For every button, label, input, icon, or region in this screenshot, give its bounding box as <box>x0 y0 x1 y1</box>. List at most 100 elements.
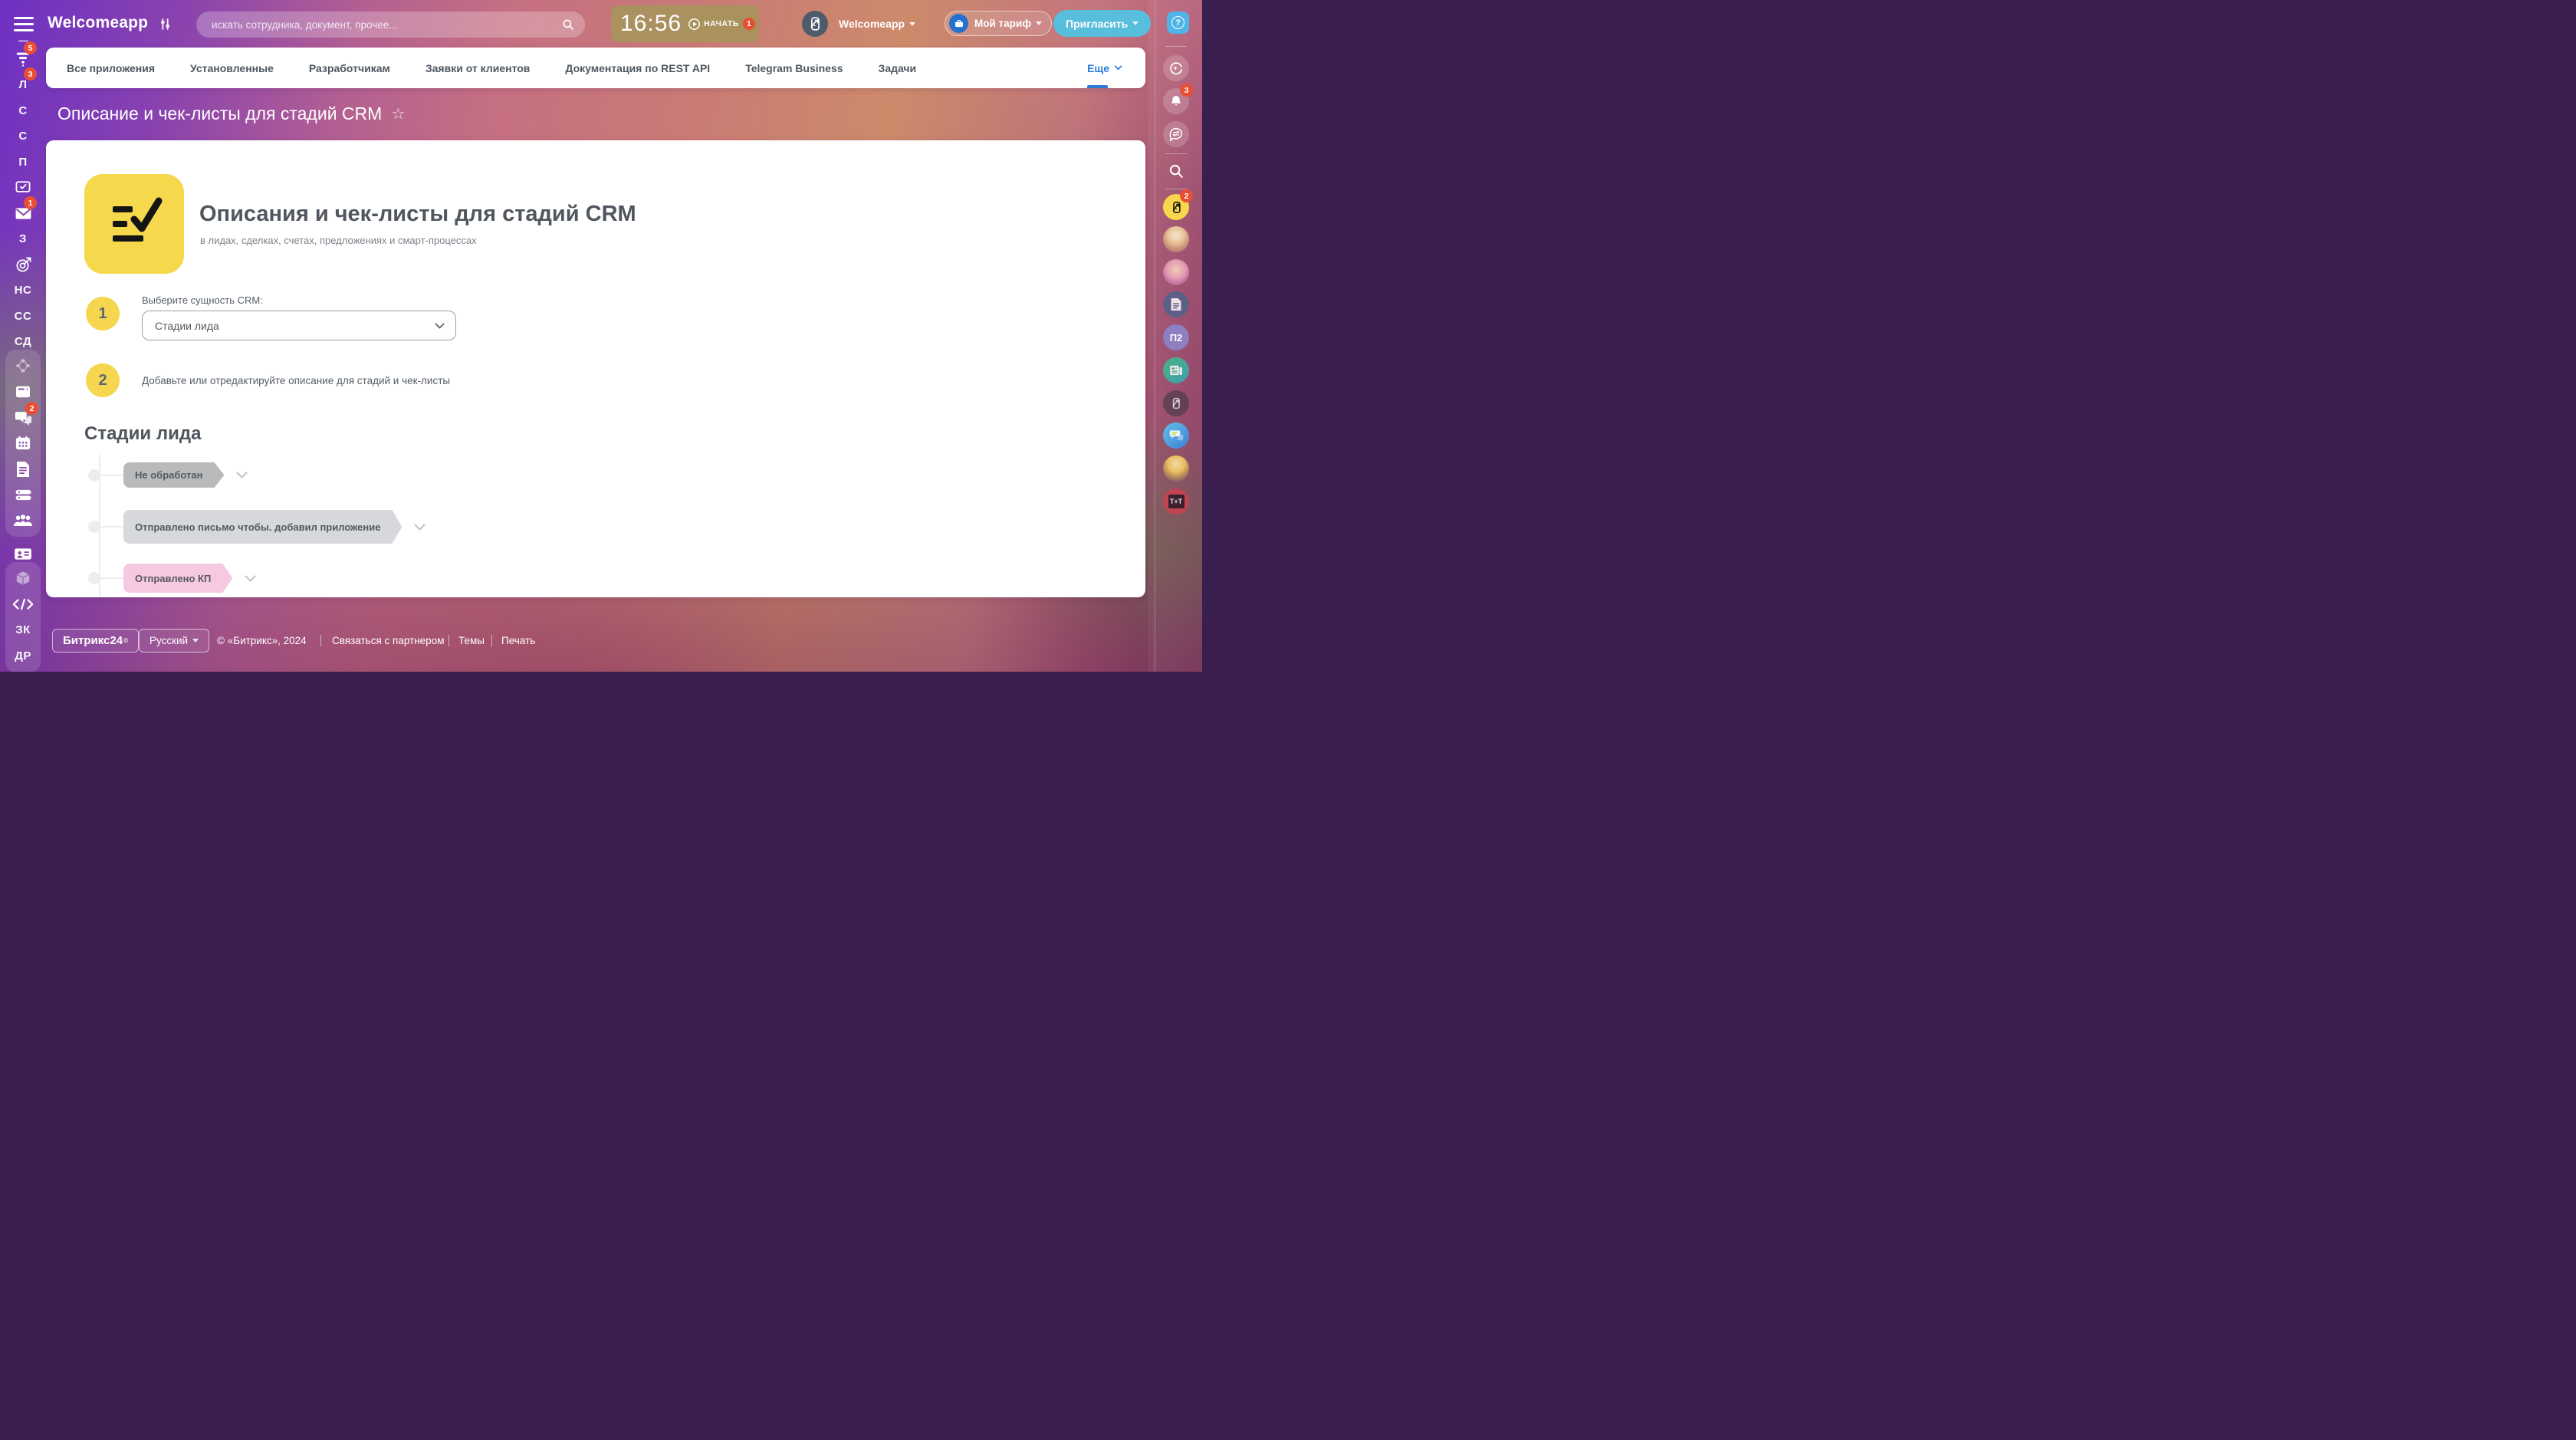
sidebar-item-dr[interactable]: ДР <box>0 645 46 666</box>
bitrix24-logo-button[interactable]: Битрикс24 © <box>52 629 139 653</box>
search-icon[interactable] <box>561 18 575 31</box>
sidebar-item-s2[interactable]: С <box>0 125 46 146</box>
tab-developers[interactable]: Разработчикам <box>309 62 390 74</box>
right-item-p2[interactable]: П2 <box>1150 324 1202 350</box>
right-item-app-gray[interactable] <box>1150 390 1202 416</box>
right-item-notifications[interactable]: 3 <box>1150 84 1202 114</box>
right-divider <box>1165 46 1187 47</box>
right-item-news[interactable] <box>1150 357 1202 383</box>
sidebar-item-contacts[interactable] <box>0 543 46 564</box>
sidebar-item-drive[interactable] <box>0 484 46 505</box>
print-link[interactable]: Печать <box>501 635 535 646</box>
chevron-down-icon <box>909 21 916 26</box>
document-icon <box>1171 298 1181 311</box>
search-input[interactable] <box>210 12 547 38</box>
sidebar-item-monitor[interactable] <box>0 176 46 198</box>
right-item-avatar-woman[interactable] <box>1150 455 1202 482</box>
sidebar-item-calendar[interactable] <box>0 432 46 454</box>
account-avatar[interactable] <box>802 11 828 37</box>
sidebar-item-z[interactable]: З <box>0 228 46 249</box>
stage-pill-not-processed[interactable]: Не обработан <box>123 462 224 488</box>
right-item-app-welcomeapp[interactable]: 2 <box>1150 189 1202 220</box>
crm-entity-select[interactable]: Стадии лида <box>142 311 456 340</box>
sidebar-item-network[interactable] <box>0 355 46 376</box>
tab-more[interactable]: Еще <box>1087 48 1122 88</box>
time-tracker-widget[interactable]: 16:56 НАЧАТЬ 1 <box>611 5 759 42</box>
right-item-chat-app[interactable] <box>1150 422 1202 449</box>
sidebar-item-document[interactable] <box>0 459 46 480</box>
stage-pill-letter-sent[interactable]: Отправлено письмо чтобы. добавил приложе… <box>123 510 402 544</box>
sidebar-item-developer[interactable] <box>0 593 46 615</box>
sidebar-item-market[interactable] <box>0 567 46 589</box>
stage-expand-chevron-icon[interactable] <box>245 574 256 582</box>
right-item-messenger[interactable] <box>1150 121 1202 147</box>
account-name: Welcomeapp <box>839 18 905 30</box>
help-button[interactable]: ? <box>1167 12 1189 34</box>
play-icon[interactable] <box>688 18 701 31</box>
monitor-check-icon <box>15 181 31 192</box>
sidebar-item-s1[interactable]: С <box>0 100 46 121</box>
page-title: Описание и чек-листы для стадий CRM <box>58 104 383 123</box>
sidebar-item-browser[interactable] <box>0 381 46 403</box>
main-subtitle: в лидах, сделках, счетах, предложениях и… <box>200 235 477 246</box>
clock-time: 16:56 <box>620 11 682 36</box>
sidebar-item-target[interactable] <box>0 254 46 275</box>
sidebar-item-l[interactable]: Л 3 <box>0 67 46 95</box>
more-label: Еще <box>1087 61 1109 74</box>
sidebar-item-sd[interactable]: СД <box>0 330 46 352</box>
bitrix24-logo: Битрикс24 <box>63 634 123 647</box>
tab-telegram-business[interactable]: Telegram Business <box>745 62 843 74</box>
sidebar-item-ns[interactable]: НС <box>0 279 46 301</box>
stage-dot <box>88 468 100 482</box>
notification-badge: 2 <box>1180 189 1193 202</box>
welcomeapp-logo-icon <box>1172 397 1180 409</box>
tab-client-requests[interactable]: Заявки от клиентов <box>426 62 531 74</box>
tab-all-apps[interactable]: Все приложения <box>67 62 155 74</box>
tab-installed[interactable]: Установленные <box>190 62 274 74</box>
calendar-icon <box>15 436 31 450</box>
right-item-tt-app[interactable]: T+T <box>1150 488 1202 515</box>
app-title: Welcomeapp <box>48 14 149 31</box>
search-icon <box>1169 164 1183 178</box>
copyright-text: © «Битрикс», 2024 <box>217 635 307 646</box>
start-button[interactable]: НАЧАТЬ <box>704 19 739 28</box>
welcomeapp-logo-icon <box>1172 201 1181 213</box>
sidebar-item-filter[interactable]: 5 <box>0 41 46 69</box>
invite-button[interactable]: Пригласить <box>1053 10 1152 37</box>
notification-badge: 1 <box>24 196 37 209</box>
tariff-button[interactable]: Мой тариф <box>945 11 1053 36</box>
sidebar-item-people[interactable] <box>0 510 46 531</box>
right-item-copilot[interactable] <box>1150 55 1202 81</box>
language-selector[interactable]: Русский <box>139 629 210 653</box>
stage-expand-chevron-icon[interactable] <box>236 472 248 478</box>
notification-badge: 3 <box>24 67 37 81</box>
account-menu[interactable]: Welcomeapp <box>839 18 916 30</box>
right-item-avatar-fitness[interactable] <box>1150 259 1202 285</box>
sliders-settings-icon[interactable] <box>158 17 172 31</box>
news-icon <box>1170 365 1182 376</box>
invite-label: Пригласить <box>1066 17 1129 30</box>
app-nav-bar: Все приложения Установленные Разработчик… <box>46 48 1145 88</box>
sidebar-item-ss[interactable]: СС <box>0 305 46 327</box>
favorite-star-icon[interactable]: ☆ <box>391 104 405 123</box>
notification-badge: 2 <box>25 402 38 415</box>
right-item-documents[interactable] <box>1150 291 1202 317</box>
active-tab-underline <box>1087 85 1109 88</box>
app-content-card: Описания и чек-листы для стадий CRM в ли… <box>46 140 1145 597</box>
sidebar-item-mail[interactable]: 1 <box>0 196 46 224</box>
right-item-avatar-team[interactable] <box>1150 226 1202 252</box>
sidebar-item-p[interactable]: П <box>0 151 46 173</box>
tab-tasks[interactable]: Задачи <box>879 62 917 74</box>
sidebar-item-chat[interactable]: 2 <box>0 402 46 429</box>
contact-partner-link[interactable]: Связаться с партнером <box>332 635 444 646</box>
hamburger-menu-icon[interactable] <box>14 17 34 31</box>
stage-pill-kp-sent[interactable]: Отправлено КП <box>123 564 232 593</box>
sidebar-item-zk[interactable]: ЗК <box>0 619 46 640</box>
stage-expand-chevron-icon[interactable] <box>414 523 426 531</box>
sync-chat-icon <box>1169 127 1183 141</box>
tab-rest-api-docs[interactable]: Документация по REST API <box>565 62 710 74</box>
stage-connector <box>100 474 123 476</box>
themes-link[interactable]: Темы <box>458 635 485 646</box>
search-bar[interactable] <box>196 12 585 38</box>
right-item-search[interactable] <box>1150 158 1202 184</box>
